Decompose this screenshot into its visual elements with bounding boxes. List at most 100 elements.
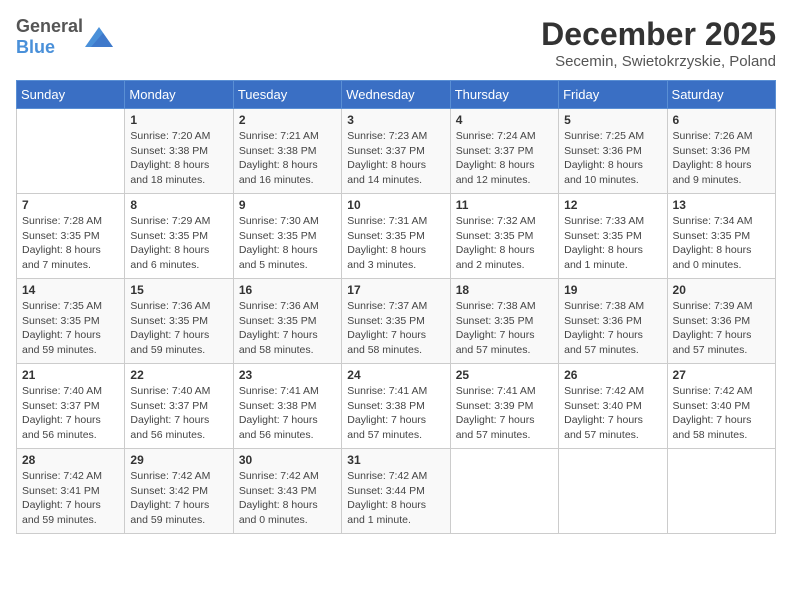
day-number: 26 <box>564 368 661 382</box>
day-info: Sunrise: 7:42 AM Sunset: 3:40 PM Dayligh… <box>673 384 770 443</box>
calendar-cell <box>450 449 558 534</box>
calendar-week-row: 7 Sunrise: 7:28 AM Sunset: 3:35 PM Daylig… <box>17 194 776 279</box>
weekday-header: Monday <box>125 81 233 109</box>
day-number: 21 <box>22 368 119 382</box>
day-number: 9 <box>239 198 336 212</box>
calendar-cell <box>667 449 775 534</box>
day-info: Sunrise: 7:41 AM Sunset: 3:38 PM Dayligh… <box>347 384 444 443</box>
weekday-header: Saturday <box>667 81 775 109</box>
weekday-header-row: SundayMondayTuesdayWednesdayThursdayFrid… <box>17 81 776 109</box>
calendar-cell: 6 Sunrise: 7:26 AM Sunset: 3:36 PM Daylig… <box>667 109 775 194</box>
day-info: Sunrise: 7:21 AM Sunset: 3:38 PM Dayligh… <box>239 129 336 188</box>
day-info: Sunrise: 7:40 AM Sunset: 3:37 PM Dayligh… <box>130 384 227 443</box>
calendar-cell: 10 Sunrise: 7:31 AM Sunset: 3:35 PM Dayli… <box>342 194 450 279</box>
day-number: 11 <box>456 198 553 212</box>
logo-icon <box>85 27 113 47</box>
day-info: Sunrise: 7:38 AM Sunset: 3:36 PM Dayligh… <box>564 299 661 358</box>
day-number: 7 <box>22 198 119 212</box>
calendar-cell: 4 Sunrise: 7:24 AM Sunset: 3:37 PM Daylig… <box>450 109 558 194</box>
calendar-cell: 13 Sunrise: 7:34 AM Sunset: 3:35 PM Dayli… <box>667 194 775 279</box>
calendar-week-row: 14Sunrise: 7:35 AM Sunset: 3:35 PM Dayli… <box>17 279 776 364</box>
day-info: Sunrise: 7:34 AM Sunset: 3:35 PM Dayligh… <box>673 214 770 273</box>
weekday-header: Wednesday <box>342 81 450 109</box>
day-info: Sunrise: 7:24 AM Sunset: 3:37 PM Dayligh… <box>456 129 553 188</box>
day-number: 3 <box>347 113 444 127</box>
calendar-subtitle: Secemin, Swietokrzyskie, Poland <box>541 53 776 70</box>
day-number: 17 <box>347 283 444 297</box>
calendar-cell: 16Sunrise: 7:36 AM Sunset: 3:35 PM Dayli… <box>233 279 341 364</box>
day-info: Sunrise: 7:28 AM Sunset: 3:35 PM Dayligh… <box>22 214 119 273</box>
day-info: Sunrise: 7:42 AM Sunset: 3:42 PM Dayligh… <box>130 469 227 528</box>
calendar-cell <box>17 109 125 194</box>
calendar-cell: 18 Sunrise: 7:38 AM Sunset: 3:35 PM Dayli… <box>450 279 558 364</box>
day-number: 4 <box>456 113 553 127</box>
calendar-title: December 2025 <box>541 16 776 53</box>
day-number: 20 <box>673 283 770 297</box>
calendar-cell: 1 Sunrise: 7:20 AM Sunset: 3:38 PM Daylig… <box>125 109 233 194</box>
day-number: 19 <box>564 283 661 297</box>
calendar-cell: 11 Sunrise: 7:32 AM Sunset: 3:35 PM Dayli… <box>450 194 558 279</box>
day-info: Sunrise: 7:32 AM Sunset: 3:35 PM Dayligh… <box>456 214 553 273</box>
day-number: 28 <box>22 453 119 467</box>
title-area: December 2025 Secemin, Swietokrzyskie, P… <box>541 16 776 70</box>
calendar-cell: 24Sunrise: 7:41 AM Sunset: 3:38 PM Dayli… <box>342 364 450 449</box>
calendar-cell: 21Sunrise: 7:40 AM Sunset: 3:37 PM Dayli… <box>17 364 125 449</box>
calendar-cell: 14Sunrise: 7:35 AM Sunset: 3:35 PM Dayli… <box>17 279 125 364</box>
day-number: 15 <box>130 283 227 297</box>
day-info: Sunrise: 7:38 AM Sunset: 3:35 PM Dayligh… <box>456 299 553 358</box>
calendar-cell: 30 Sunrise: 7:42 AM Sunset: 3:43 PM Dayli… <box>233 449 341 534</box>
calendar-cell: 28 Sunrise: 7:42 AM Sunset: 3:41 PM Dayli… <box>17 449 125 534</box>
day-number: 29 <box>130 453 227 467</box>
day-number: 22 <box>130 368 227 382</box>
calendar-week-row: 28 Sunrise: 7:42 AM Sunset: 3:41 PM Dayli… <box>17 449 776 534</box>
day-info: Sunrise: 7:30 AM Sunset: 3:35 PM Dayligh… <box>239 214 336 273</box>
calendar-cell: 26Sunrise: 7:42 AM Sunset: 3:40 PM Dayli… <box>559 364 667 449</box>
weekday-header: Friday <box>559 81 667 109</box>
calendar-cell: 8 Sunrise: 7:29 AM Sunset: 3:35 PM Daylig… <box>125 194 233 279</box>
day-info: Sunrise: 7:37 AM Sunset: 3:35 PM Dayligh… <box>347 299 444 358</box>
calendar-cell: 29 Sunrise: 7:42 AM Sunset: 3:42 PM Dayli… <box>125 449 233 534</box>
day-info: Sunrise: 7:42 AM Sunset: 3:44 PM Dayligh… <box>347 469 444 528</box>
day-number: 30 <box>239 453 336 467</box>
calendar-cell: 20Sunrise: 7:39 AM Sunset: 3:36 PM Dayli… <box>667 279 775 364</box>
day-info: Sunrise: 7:23 AM Sunset: 3:37 PM Dayligh… <box>347 129 444 188</box>
calendar-cell: 23 Sunrise: 7:41 AM Sunset: 3:38 PM Dayli… <box>233 364 341 449</box>
day-number: 18 <box>456 283 553 297</box>
calendar-cell: 2 Sunrise: 7:21 AM Sunset: 3:38 PM Daylig… <box>233 109 341 194</box>
day-number: 5 <box>564 113 661 127</box>
day-info: Sunrise: 7:36 AM Sunset: 3:35 PM Dayligh… <box>130 299 227 358</box>
calendar-cell: 5 Sunrise: 7:25 AM Sunset: 3:36 PM Daylig… <box>559 109 667 194</box>
day-info: Sunrise: 7:29 AM Sunset: 3:35 PM Dayligh… <box>130 214 227 273</box>
calendar-cell <box>559 449 667 534</box>
day-number: 13 <box>673 198 770 212</box>
day-number: 23 <box>239 368 336 382</box>
calendar-table: SundayMondayTuesdayWednesdayThursdayFrid… <box>16 80 776 534</box>
day-info: Sunrise: 7:42 AM Sunset: 3:43 PM Dayligh… <box>239 469 336 528</box>
day-number: 31 <box>347 453 444 467</box>
day-number: 6 <box>673 113 770 127</box>
day-number: 27 <box>673 368 770 382</box>
calendar-cell: 3 Sunrise: 7:23 AM Sunset: 3:37 PM Daylig… <box>342 109 450 194</box>
calendar-cell: 9 Sunrise: 7:30 AM Sunset: 3:35 PM Daylig… <box>233 194 341 279</box>
day-number: 1 <box>130 113 227 127</box>
header: General Blue December 2025 Secemin, Swie… <box>16 16 776 70</box>
day-info: Sunrise: 7:25 AM Sunset: 3:36 PM Dayligh… <box>564 129 661 188</box>
calendar-week-row: 21 Sunrise: 7:40 AM Sunset: 3:37 PM Dayli… <box>17 364 776 449</box>
day-info: Sunrise: 7:35 AM Sunset: 3:35 PM Dayligh… <box>22 299 119 358</box>
logo: General Blue <box>16 16 113 58</box>
day-info: Sunrise: 7:42 AM Sunset: 3:41 PM Dayligh… <box>22 469 119 528</box>
calendar-cell: 22 Sunrise: 7:40 AM Sunset: 3:37 PM Dayli… <box>125 364 233 449</box>
day-info: Sunrise: 7:41 AM Sunset: 3:38 PM Dayligh… <box>239 384 336 443</box>
calendar-cell: 15 Sunrise: 7:36 AM Sunset: 3:35 PM Dayli… <box>125 279 233 364</box>
day-number: 8 <box>130 198 227 212</box>
calendar-week-row: 1 Sunrise: 7:20 AM Sunset: 3:38 PM Daylig… <box>17 109 776 194</box>
day-number: 10 <box>347 198 444 212</box>
day-number: 2 <box>239 113 336 127</box>
calendar-cell: 7 Sunrise: 7:28 AM Sunset: 3:35 PM Daylig… <box>17 194 125 279</box>
day-info: Sunrise: 7:26 AM Sunset: 3:36 PM Dayligh… <box>673 129 770 188</box>
day-info: Sunrise: 7:31 AM Sunset: 3:35 PM Dayligh… <box>347 214 444 273</box>
day-number: 25 <box>456 368 553 382</box>
day-info: Sunrise: 7:20 AM Sunset: 3:38 PM Dayligh… <box>130 129 227 188</box>
logo-text: General Blue <box>16 16 83 58</box>
day-info: Sunrise: 7:36 AM Sunset: 3:35 PM Dayligh… <box>239 299 336 358</box>
